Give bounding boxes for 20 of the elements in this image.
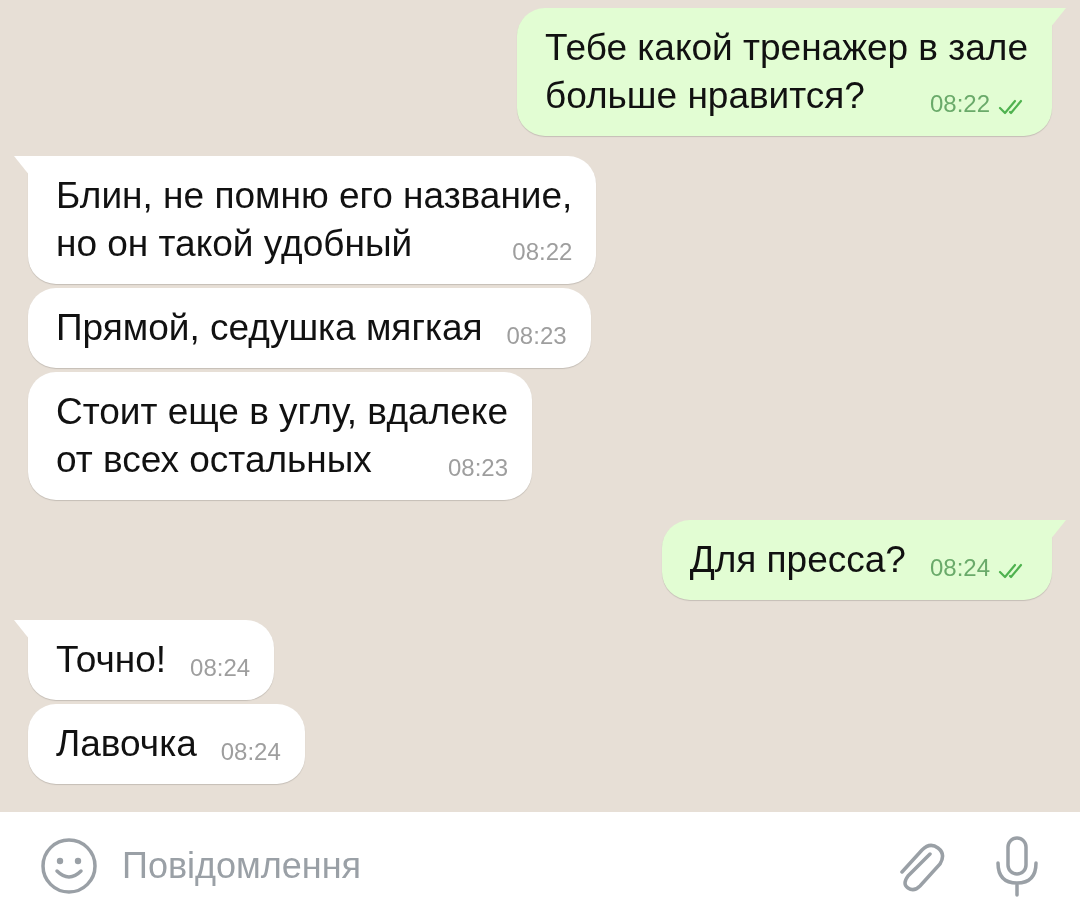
microphone-icon[interactable] <box>994 834 1040 897</box>
message-time: 08:22 <box>929 89 990 119</box>
message-text: но он такой удобный <box>56 222 413 266</box>
message-text: Прямой, седушка мягкая <box>56 306 483 350</box>
message-text: Для пресса? <box>689 538 906 582</box>
message-text: Блин, не помню его название, <box>56 174 573 218</box>
message-text: Тебе какой тренажер в зале <box>545 26 1028 70</box>
message-time: 08:24 <box>190 653 251 683</box>
smiley-icon[interactable] <box>40 836 98 895</box>
message-input[interactable]: Повідомлення <box>122 838 866 893</box>
message-text: больше нравится? <box>545 74 865 118</box>
message-time: 08:24 <box>929 553 990 583</box>
message-text: Лавочка <box>56 722 197 766</box>
message-time: 08:23 <box>506 321 567 351</box>
message-time: 08:24 <box>220 737 281 767</box>
message-time: 08:23 <box>447 453 508 483</box>
message-text: Точно! <box>56 638 167 682</box>
message-time: 08:22 <box>512 237 573 267</box>
message-text: Стоит еще в углу, вдалеке <box>56 390 508 434</box>
message-text: от всех остальных <box>56 438 372 482</box>
